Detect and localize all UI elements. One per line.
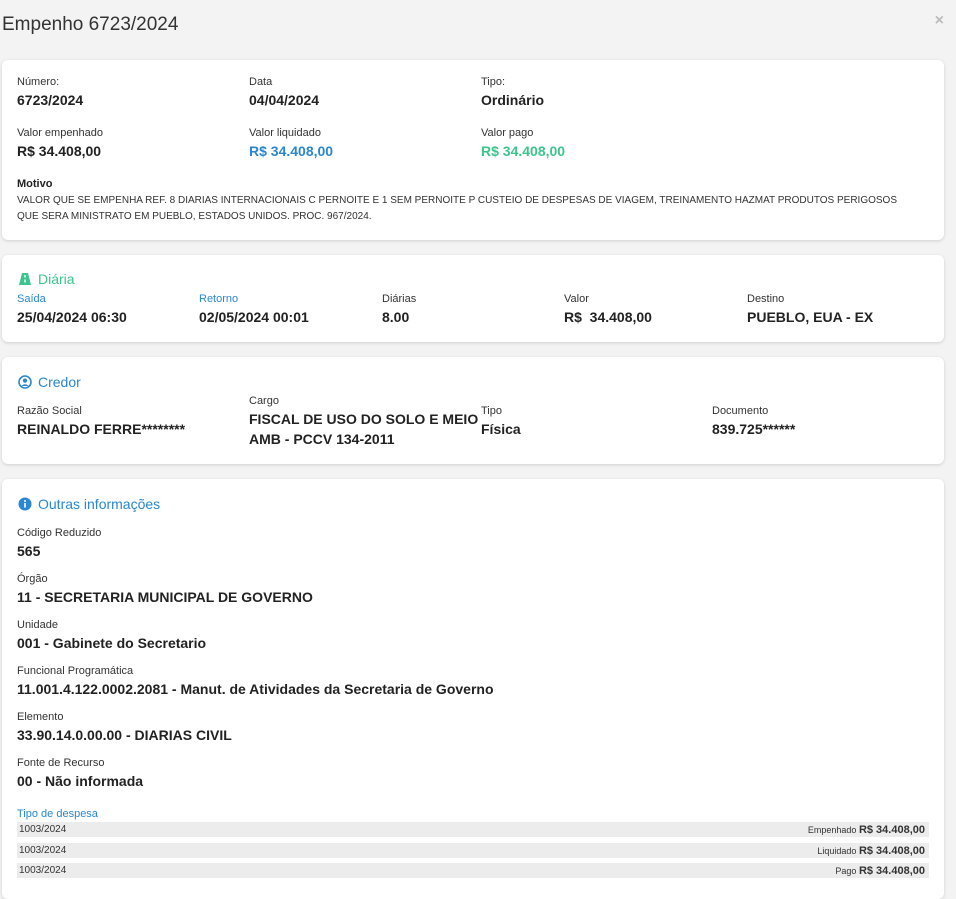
outras-section-title: Outras informações — [18, 496, 160, 512]
valor-label: Valor — [564, 293, 589, 305]
tipo-despesa-label: Tipo de despesa — [17, 808, 98, 820]
close-icon[interactable]: × — [935, 12, 944, 30]
credor-card: Credor Razão Social REINALDO FERRE******… — [2, 357, 944, 464]
documento-label: Documento — [712, 405, 769, 417]
unidade-label: Unidade — [17, 619, 58, 631]
fonte-value: 00 - Não informada — [17, 773, 144, 789]
tipo-value: Ordinário — [481, 92, 545, 108]
modal-title: Empenho 6723/2024 — [2, 14, 179, 35]
funcional-label: Funcional Programática — [17, 665, 134, 677]
diarias-value: 8.00 — [382, 309, 410, 325]
info-circle-icon — [18, 497, 32, 511]
retorno-label: Retorno — [199, 293, 239, 305]
valor-pago-value: R$ 34.408,00 — [481, 143, 566, 159]
cargo-value-line-2: AMB - PCCV 134-2011 — [249, 431, 395, 447]
numero-label: Número: — [17, 76, 60, 88]
codigo-reduzido-label: Código Reduzido — [17, 527, 102, 539]
despesa-row: 1003/2024 Liquidado R$ 34.408,00 — [17, 843, 929, 858]
unidade-value: 001 - Gabinete do Secretario — [17, 635, 207, 651]
fonte-label: Fonte de Recurso — [17, 757, 105, 769]
diaria-title-text: Diária — [38, 271, 75, 287]
cargo-value-line-1: FISCAL DE USO DO SOLO E MEIO — [249, 411, 479, 427]
elemento-label: Elemento — [17, 711, 64, 723]
credor-title-text: Credor — [38, 374, 81, 390]
cargo-label: Cargo — [249, 395, 279, 407]
road-icon — [18, 272, 32, 286]
despesa-amount: Liquidado R$ 34.408,00 — [817, 844, 925, 857]
diaria-card: Diária Saída 25/04/2024 06:30 Retorno 02… — [2, 255, 944, 342]
outras-info-card: Outras informações Código Reduzido 565 Ó… — [2, 479, 944, 899]
valor-pago-label: Valor pago — [481, 127, 534, 139]
user-circle-icon — [18, 375, 32, 389]
outras-title-text: Outras informações — [38, 496, 161, 512]
diaria-section-title: Diária — [18, 271, 75, 287]
documento-value: 839.725****** — [712, 421, 796, 437]
valor-empenhado-label: Valor empenhado — [17, 127, 104, 139]
valor-liquidado-value: R$ 34.408,00 — [249, 143, 334, 159]
saida-label: Saída — [17, 293, 46, 305]
motivo-line-1: VALOR QUE SE EMPENHA REF. 8 DIARIAS INTE… — [17, 195, 897, 206]
valor-empenhado-value: R$ 34.408,00 — [17, 143, 102, 159]
valor-liquidado-label: Valor liquidado — [249, 127, 321, 139]
tipo-credor-label: Tipo — [481, 405, 502, 417]
numero-value: 6723/2024 — [17, 92, 84, 108]
destino-value: PUEBLO, EUA - EX — [747, 309, 874, 325]
destino-label: Destino — [747, 293, 785, 305]
orgao-value: 11 - SECRETARIA MUNICIPAL DE GOVERNO — [17, 589, 313, 605]
data-label: Data — [249, 76, 273, 88]
elemento-value: 33.90.14.0.00.00 - DIARIAS CIVIL — [17, 727, 232, 743]
funcional-value: 11.001.4.122.0002.2081 - Manut. de Ativi… — [17, 681, 494, 697]
saida-value: 25/04/2024 06:30 — [17, 309, 127, 325]
motivo-line-2: QUE SERA MINISTRATO EM PUEBLO, ESTADOS U… — [17, 211, 372, 222]
despesa-row: 1003/2024 Empenhado R$ 34.408,00 — [17, 822, 929, 837]
razao-social-value: REINALDO FERRE******** — [17, 421, 186, 437]
empenho-summary-card: Número: 6723/2024 Data 04/04/2024 Tipo: … — [2, 60, 944, 240]
razao-social-label: Razão Social — [17, 405, 82, 417]
diarias-label: Diárias — [382, 293, 417, 305]
motivo-label: Motivo — [17, 178, 53, 190]
despesa-ref: 1003/2024 — [19, 865, 67, 876]
despesa-ref: 1003/2024 — [19, 824, 67, 835]
codigo-reduzido-value: 565 — [17, 543, 41, 559]
retorno-value: 02/05/2024 00:01 — [199, 309, 309, 325]
tipo-credor-value: Física — [481, 421, 521, 437]
despesa-amount: Empenhado R$ 34.408,00 — [807, 823, 925, 836]
valor-value: R$ 34.408,00 — [564, 309, 652, 325]
despesa-row: 1003/2024 Pago R$ 34.408,00 — [17, 863, 929, 878]
despesa-ref: 1003/2024 — [19, 845, 67, 856]
data-value: 04/04/2024 — [249, 92, 320, 108]
orgao-label: Órgão — [17, 573, 48, 585]
credor-section-title: Credor — [18, 374, 81, 390]
tipo-label: Tipo: — [481, 76, 506, 88]
despesa-amount: Pago R$ 34.408,00 — [835, 864, 925, 877]
